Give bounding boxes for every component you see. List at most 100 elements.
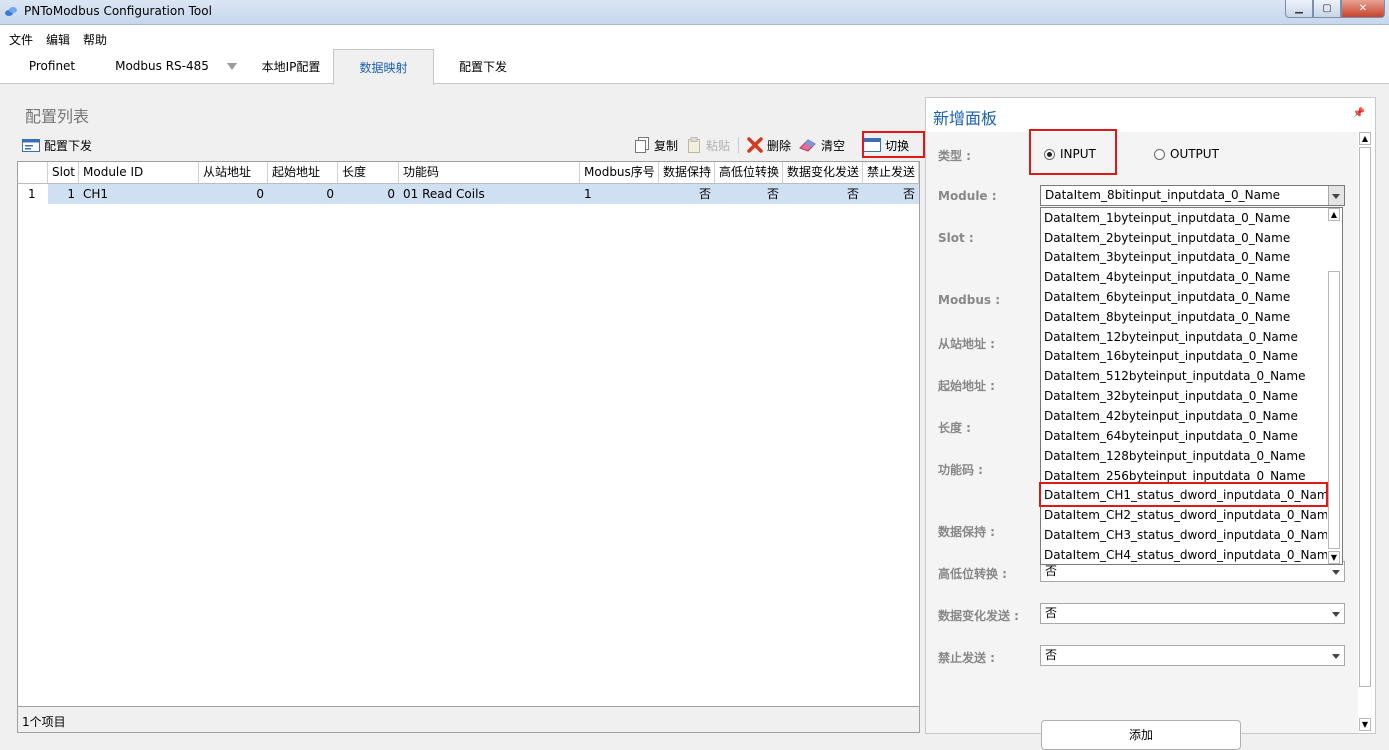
list-item[interactable]: DataItem_32byteinput_inputdata_0_Name: [1044, 386, 1298, 406]
tab-config-push[interactable]: 配置下发: [445, 49, 521, 83]
push-config-label: 配置下发: [44, 138, 93, 153]
cell-start-addr[interactable]: 0: [268, 184, 338, 204]
item-count: 1个项目: [22, 715, 66, 729]
panel-scrollbar[interactable]: ▲ ▼: [1358, 132, 1372, 731]
scroll-down-icon[interactable]: ▼: [1359, 718, 1371, 731]
list-item[interactable]: DataItem_12byteinput_inputdata_0_Name: [1044, 327, 1298, 347]
tab-profinet[interactable]: Profinet: [14, 49, 90, 83]
add-button[interactable]: 添加: [1041, 720, 1241, 750]
module-select[interactable]: DataItem_8bitinput_inputdata_0_Name: [1040, 185, 1345, 206]
grid-header-hold[interactable]: 数据保持: [659, 162, 715, 183]
window-title: PNToModbus Configuration Tool: [24, 4, 212, 18]
list-item[interactable]: DataItem_6byteinput_inputdata_0_Name: [1044, 287, 1290, 307]
paste-label: 粘贴: [706, 138, 731, 153]
minimize-button[interactable]: ▁: [1285, 0, 1313, 18]
copy-button[interactable]: 复制: [634, 137, 678, 154]
list-item[interactable]: DataItem_4byteinput_inputdata_0_Name: [1044, 267, 1290, 287]
list-item[interactable]: DataItem_CH3_status_dword_inputdata_0_Na…: [1044, 525, 1336, 545]
swap-select-value: 否: [1045, 564, 1058, 578]
list-item-ch1-status[interactable]: DataItem_CH1_status_dword_inputdata_0_Na…: [1044, 485, 1336, 505]
menu-help[interactable]: 帮助: [83, 31, 107, 48]
cell-on-change[interactable]: 否: [783, 184, 863, 204]
list-item[interactable]: DataItem_3byteinput_inputdata_0_Name: [1044, 247, 1290, 267]
maximize-button[interactable]: ▢: [1313, 0, 1341, 18]
push-config-button[interactable]: 配置下发: [22, 137, 92, 154]
chevron-down-icon: [1332, 570, 1340, 575]
cell-module-id[interactable]: CH1: [79, 184, 199, 204]
scroll-down-icon[interactable]: ▼: [1328, 551, 1340, 564]
list-item[interactable]: DataItem_CH2_status_dword_inputdata_0_Na…: [1044, 505, 1336, 525]
grid-header-disable[interactable]: 禁止发送: [863, 162, 919, 183]
table-row[interactable]: 1 1 CH1 0 0 0 01 Read Coils 1 否 否 否 否: [18, 184, 919, 204]
type-output-radio[interactable]: OUTPUT: [1154, 147, 1219, 161]
cell-hold[interactable]: 否: [659, 184, 715, 204]
radio-selected-icon: [1044, 148, 1055, 160]
menu-bar: 文件 编辑 帮助: [0, 25, 1389, 49]
hold-label: 数据保持 :: [938, 525, 995, 539]
toggle-label: 切换: [885, 138, 910, 153]
delete-icon: [747, 137, 763, 153]
clear-button[interactable]: 清空: [799, 137, 845, 154]
list-item[interactable]: DataItem_512byteinput_inputdata_0_Name: [1044, 366, 1305, 386]
copy-label: 复制: [654, 138, 679, 153]
cell-swap[interactable]: 否: [715, 184, 783, 204]
list-item[interactable]: DataItem_64byteinput_inputdata_0_Name: [1044, 426, 1298, 446]
grid-header-modbus-no[interactable]: Modbus序号: [580, 162, 659, 183]
window-toggle-icon: [863, 138, 882, 152]
paste-icon: [688, 137, 701, 153]
pin-icon[interactable]: 📌: [1353, 108, 1365, 119]
paste-button[interactable]: 粘贴: [686, 137, 730, 154]
list-item[interactable]: DataItem_128byteinput_inputdata_0_Name: [1044, 446, 1305, 466]
scroll-thumb[interactable]: [1328, 271, 1340, 549]
grid-header-on-change[interactable]: 数据变化发送: [783, 162, 863, 183]
cell-slave-addr[interactable]: 0: [199, 184, 268, 204]
list-item[interactable]: DataItem_256byteinput_inputdata_0_Name: [1044, 466, 1305, 486]
grid-header-start-addr[interactable]: 起始地址: [268, 162, 338, 183]
delete-button[interactable]: 删除: [747, 137, 791, 154]
tab-local-ip[interactable]: 本地IP配置: [250, 49, 332, 83]
scroll-up-icon[interactable]: ▲: [1328, 208, 1340, 221]
module-dropdown-list: DataItem_1byteinput_inputdata_0_Name Dat…: [1040, 207, 1343, 565]
scroll-thumb[interactable]: [1359, 147, 1371, 687]
disable-select[interactable]: 否: [1040, 645, 1345, 666]
menu-file[interactable]: 文件: [9, 31, 33, 48]
on-change-label: 数据变化发送 :: [938, 609, 1019, 623]
eraser-icon: [799, 139, 816, 152]
on-change-select[interactable]: 否: [1040, 603, 1345, 624]
cell-modbus-no[interactable]: 1: [580, 184, 659, 204]
modbus-label: Modbus :: [938, 293, 1001, 307]
chevron-down-icon: [1332, 194, 1340, 199]
module-select-value: DataItem_8bitinput_inputdata_0_Name: [1045, 188, 1281, 202]
grid-header-slot[interactable]: Slot: [48, 162, 79, 183]
start-addr-label: 起始地址 :: [938, 379, 995, 393]
list-item[interactable]: DataItem_2byteinput_inputdata_0_Name: [1044, 228, 1290, 248]
tab-dropdown-arrow-icon[interactable]: [227, 63, 237, 70]
dropdown-scrollbar[interactable]: ▲ ▼: [1327, 208, 1342, 564]
grid-header-slave-addr[interactable]: 从站地址: [199, 162, 268, 183]
status-bar: 1个项目: [17, 707, 920, 733]
type-input-radio[interactable]: INPUT: [1044, 147, 1096, 161]
scroll-up-icon[interactable]: ▲: [1359, 132, 1371, 145]
grid-header-swap[interactable]: 高低位转换: [715, 162, 783, 183]
toggle-button[interactable]: 切换: [863, 137, 909, 154]
panel-title: 新增面板: [933, 109, 998, 128]
tab-modbus-rs485[interactable]: Modbus RS-485: [106, 49, 218, 83]
close-button[interactable]: ✕: [1341, 0, 1385, 18]
list-item[interactable]: DataItem_8byteinput_inputdata_0_Name: [1044, 307, 1290, 327]
cell-func-code[interactable]: 01 Read Coils: [399, 184, 580, 204]
cell-slot[interactable]: 1: [48, 184, 79, 204]
clear-label: 清空: [821, 138, 846, 153]
module-label: Module :: [938, 189, 997, 203]
grid-header-module-id[interactable]: Module ID: [79, 162, 199, 183]
menu-edit[interactable]: 编辑: [46, 31, 70, 48]
cell-length[interactable]: 0: [338, 184, 399, 204]
slot-label: Slot :: [938, 231, 974, 245]
cell-disable[interactable]: 否: [863, 184, 919, 204]
list-item[interactable]: DataItem_16byteinput_inputdata_0_Name: [1044, 346, 1298, 366]
grid-header-func-code[interactable]: 功能码: [399, 162, 580, 183]
list-item[interactable]: DataItem_42byteinput_inputdata_0_Name: [1044, 406, 1298, 426]
tab-data-mapping[interactable]: 数据映射: [333, 49, 434, 85]
list-item[interactable]: DataItem_CH4_status_dword_inputdata_0_Na…: [1044, 545, 1336, 565]
grid-header-length[interactable]: 长度: [338, 162, 399, 183]
list-item[interactable]: DataItem_1byteinput_inputdata_0_Name: [1044, 208, 1290, 228]
